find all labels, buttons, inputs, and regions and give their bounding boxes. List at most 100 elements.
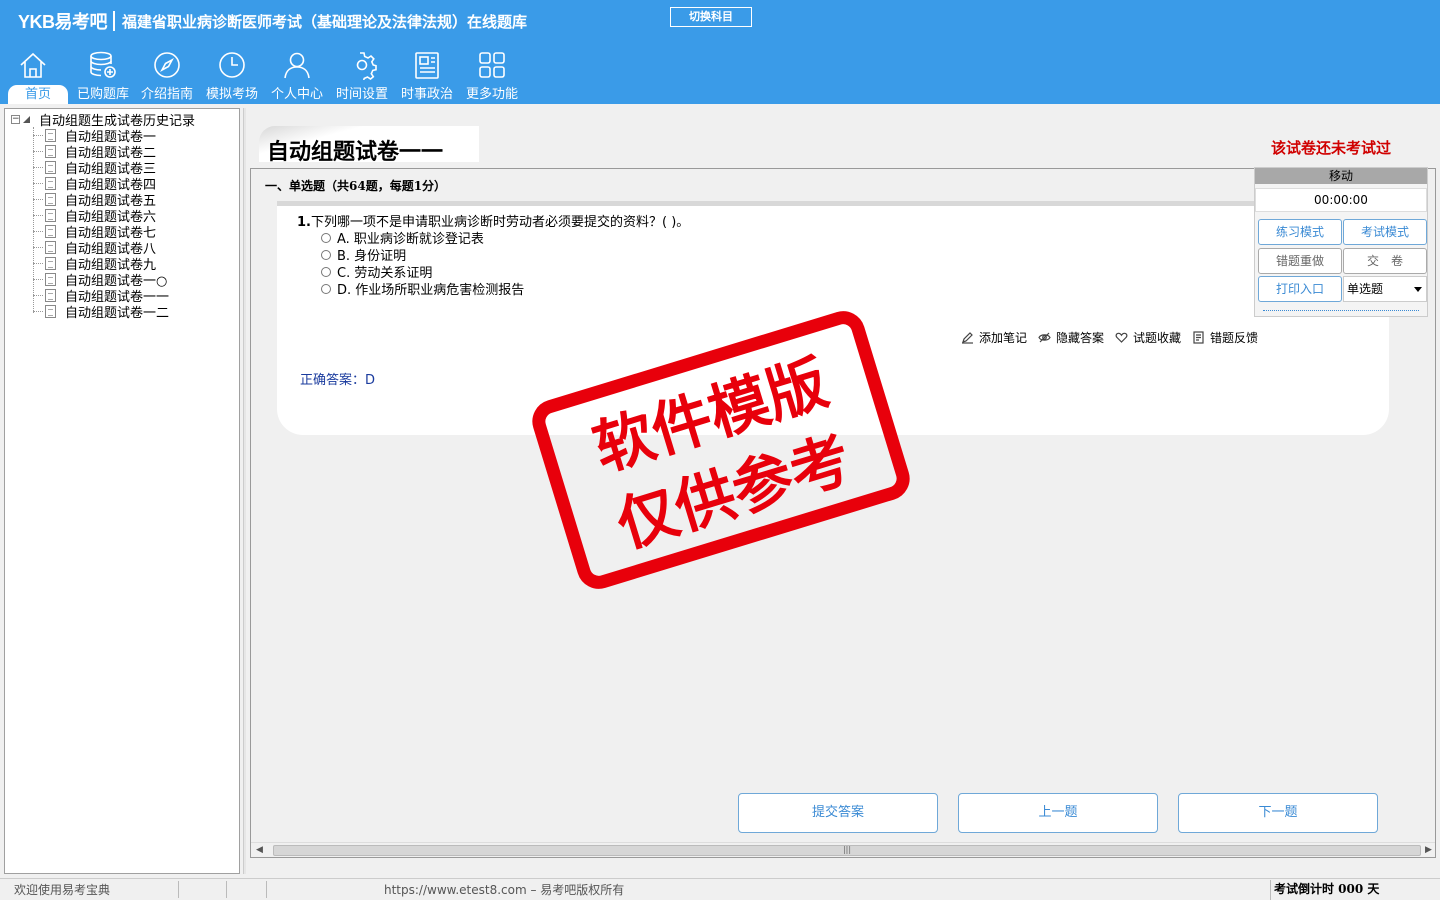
tree-item[interactable]: 自动组题试卷一二 (5, 303, 239, 321)
tree-list: 自动组题试卷一 自动组题试卷二 自动组题试卷三 自动组题试卷四 自动组题试卷五 自动组题试… (5, 127, 239, 321)
app-window: YKB易考吧 福建省职业病诊断医师考试（基础理论及法律法规）在线题库 切换科目 … (0, 0, 1440, 900)
nav-mock-exam[interactable]: 模拟考场 (201, 46, 263, 104)
nav-current-affairs[interactable]: 时事政治 (396, 46, 458, 104)
paper-title: 自动组题试卷一一 (267, 139, 444, 165)
brand-logo: YKB易考吧 (18, 12, 108, 32)
option-c[interactable]: C. 劳动关系证明 (321, 263, 432, 281)
clock-icon (219, 52, 245, 78)
grid-icon (479, 52, 505, 78)
favorite-label: 试题收藏 (1133, 331, 1182, 345)
practice-mode-button[interactable]: 练习模式 (1258, 219, 1342, 245)
pencil-icon (962, 332, 973, 344)
tree-connector (33, 311, 43, 312)
document-icon (45, 288, 56, 302)
status-bar: 欢迎使用易考宝典 https://www.etest8.com – 易考吧版权所… (0, 878, 1440, 900)
tree-item-label: 自动组题试卷一二 (65, 305, 170, 321)
redo-wrong-button[interactable]: 错题重做 (1258, 248, 1342, 274)
panel-drag-handle[interactable]: 移动 (1255, 168, 1427, 184)
tree-connector (33, 295, 43, 296)
question-number: 1. (297, 215, 311, 230)
exam-control-panel: 移动 00:00:00 练习模式 考试模式 错题重做 交 卷 打印入口 单选题 (1254, 167, 1428, 317)
nav-home[interactable]: 首页 (2, 46, 68, 104)
nav-time-settings[interactable]: 时间设置 (331, 46, 393, 104)
folder-arrow-icon (23, 115, 30, 123)
tree-connector (33, 247, 43, 248)
exam-timer: 00:00:00 (1255, 188, 1427, 212)
switch-subject-button[interactable]: 切换科目 (670, 7, 752, 27)
option-a[interactable]: A. 职业病诊断就诊登记表 (321, 229, 484, 247)
radio-icon[interactable] (321, 266, 331, 277)
brand-divider (113, 11, 116, 31)
nav-guide[interactable]: 介绍指南 (136, 46, 198, 104)
document-icon (45, 208, 56, 222)
add-note-label: 添加笔记 (979, 331, 1028, 345)
document-icon (45, 144, 56, 158)
favorite-button[interactable]: 试题收藏 (1115, 329, 1181, 346)
submit-answer-button[interactable]: 提交答案 (738, 793, 938, 833)
scroll-thumb[interactable]: ||| (273, 845, 1421, 856)
hand-in-button[interactable]: 交 卷 (1343, 248, 1427, 274)
status-divider (226, 881, 227, 898)
document-icon (45, 304, 56, 318)
database-icon (90, 51, 116, 78)
tree-connector (33, 183, 43, 184)
nav-label: 介绍指南 (140, 87, 193, 102)
answer-label: 正确答案： (300, 373, 366, 388)
eye-slash-icon (1038, 332, 1051, 343)
scroll-right-icon[interactable]: ▶ (1425, 845, 1432, 855)
report-icon (1193, 331, 1204, 344)
hide-answer-button[interactable]: 隐藏答案 (1038, 329, 1104, 346)
horizontal-scrollbar[interactable]: ◀ ||| ▶ (251, 842, 1435, 857)
copyright-text: https://www.etest8.com – 易考吧版权所有 (384, 883, 625, 897)
add-note-button[interactable]: 添加笔记 (961, 329, 1027, 346)
status-divider (266, 881, 267, 898)
nav-purchased[interactable]: 已购题库 (72, 46, 134, 104)
chevron-down-icon (1414, 287, 1422, 292)
nav-label: 已购题库 (76, 87, 129, 102)
paper-title-bar: 自动组题试卷一一 该试卷还未考试过 (247, 108, 1440, 166)
tree-connector (33, 215, 43, 216)
scroll-left-icon[interactable]: ◀ (256, 845, 263, 855)
panel-scroll-indicator (1263, 310, 1419, 314)
radio-icon[interactable] (321, 232, 331, 243)
tree-connector (33, 231, 43, 232)
tree-connector (33, 279, 43, 280)
document-icon (45, 192, 56, 206)
exam-mode-button[interactable]: 考试模式 (1343, 219, 1427, 245)
next-question-button[interactable]: 下一题 (1178, 793, 1378, 833)
header-bar: YKB易考吧 福建省职业病诊断医师考试（基础理论及法律法规）在线题库 切换科目 … (0, 0, 1440, 104)
news-icon (415, 52, 439, 79)
radio-icon[interactable] (321, 283, 331, 294)
heart-icon (1115, 332, 1128, 343)
brand: YKB易考吧 福建省职业病诊断医师考试（基础理论及法律法规）在线题库 (18, 8, 527, 34)
tree-connector (33, 199, 43, 200)
pane-splitter[interactable] (243, 108, 246, 874)
feedback-label: 错题反馈 (1210, 331, 1259, 345)
question-tools: 添加笔记 隐藏答案 试题收藏 错题反馈 (961, 329, 1269, 346)
hide-answer-label: 隐藏答案 (1056, 331, 1105, 345)
option-b[interactable]: B. 身份证明 (321, 246, 406, 264)
nav-label: 首页 (8, 85, 68, 104)
tree-connector (33, 151, 43, 152)
nav-label: 更多功能 (465, 87, 518, 102)
document-icon (45, 256, 56, 270)
question-type-value: 单选题 (1347, 282, 1384, 296)
document-icon (45, 224, 56, 238)
prev-question-button[interactable]: 上一题 (958, 793, 1158, 833)
welcome-text: 欢迎使用易考宝典 (14, 883, 111, 897)
print-button[interactable]: 打印入口 (1258, 276, 1342, 302)
document-icon (45, 272, 56, 286)
nav-label: 模拟考场 (205, 87, 258, 102)
section-title: 一、单选题（共64题，每题1分） (265, 179, 447, 193)
feedback-button[interactable]: 错题反馈 (1192, 329, 1258, 346)
option-d[interactable]: D. 作业场所职业病危害检测报告 (321, 280, 524, 298)
collapse-toggle-icon[interactable]: − (11, 114, 20, 124)
nav-more[interactable]: 更多功能 (461, 46, 523, 104)
document-icon (45, 128, 56, 142)
radio-icon[interactable] (321, 249, 331, 260)
exam-status: 该试卷还未考试过 (1271, 139, 1392, 157)
nav-profile[interactable]: 个人中心 (266, 46, 328, 104)
home-icon (20, 52, 46, 78)
question-type-select[interactable]: 单选题 (1343, 276, 1427, 302)
history-tree: − 自动组题生成试卷历史记录 自动组题试卷一 自动组题试卷二 自动组题试卷三 自动组题… (4, 108, 240, 874)
